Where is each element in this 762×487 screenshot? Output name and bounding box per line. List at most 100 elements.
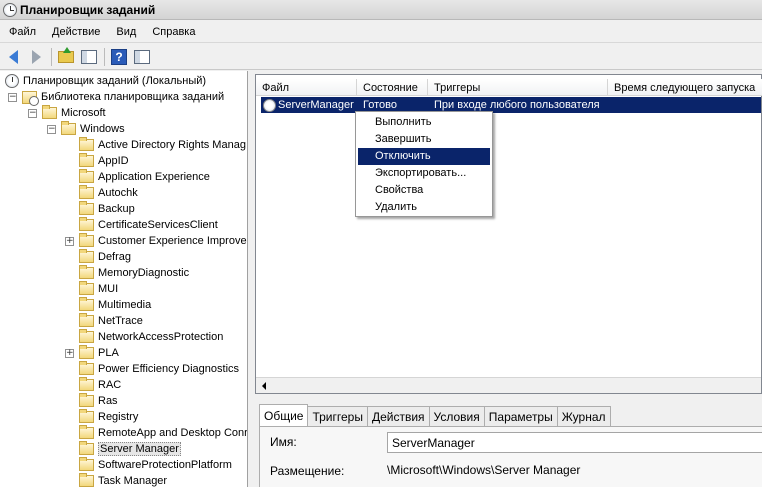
tree-item-folder-selected[interactable]: Server Manager bbox=[65, 441, 181, 457]
folder-icon bbox=[79, 249, 94, 263]
back-button[interactable] bbox=[3, 47, 23, 67]
menu-help[interactable]: Справка bbox=[143, 26, 202, 38]
action-pane-icon bbox=[134, 49, 150, 64]
menu-item-delete[interactable]: Удалить bbox=[358, 199, 490, 216]
menu-item-run[interactable]: Выполнить bbox=[358, 114, 490, 131]
tree-item-library[interactable]: − Библиотека планировщика заданий bbox=[8, 89, 225, 106]
menu-view[interactable]: Вид bbox=[107, 26, 143, 38]
show-hide-action-pane-button[interactable] bbox=[132, 47, 152, 67]
menu-item-export[interactable]: Экспортировать... bbox=[358, 165, 490, 182]
folder-icon bbox=[79, 441, 94, 455]
help-button[interactable]: ? bbox=[109, 47, 129, 67]
tree-item-label: Библиотека планировщика заданий bbox=[41, 91, 225, 103]
tree-item-folder[interactable]: Power Efficiency Diagnostics bbox=[65, 361, 239, 377]
toolbar-separator bbox=[104, 47, 105, 66]
menu-item-end[interactable]: Завершить bbox=[358, 131, 490, 148]
collapse-icon[interactable]: − bbox=[47, 124, 56, 134]
tree-item-folder[interactable]: Defrag bbox=[65, 249, 131, 265]
clock-icon bbox=[5, 74, 19, 88]
tree-item-folder[interactable]: Multimedia bbox=[65, 297, 151, 313]
tab-settings[interactable]: Параметры bbox=[483, 406, 558, 426]
forward-button[interactable] bbox=[26, 47, 46, 67]
tree-item-windows[interactable]: − Windows bbox=[47, 121, 125, 137]
tree-item-folder[interactable]: RAC bbox=[65, 377, 121, 393]
task-scheduler-clock-icon bbox=[3, 2, 17, 17]
tab-general[interactable]: Общие bbox=[259, 404, 309, 426]
location-label: Размещение: bbox=[270, 464, 345, 478]
task-row-selected[interactable]: ServerManager Готово При входе любого по… bbox=[261, 97, 761, 113]
tab-triggers[interactable]: Триггеры bbox=[307, 406, 368, 426]
tree-item-folder[interactable]: Autochk bbox=[65, 185, 138, 201]
tree-item-label: Registry bbox=[98, 411, 139, 423]
tree-item-label: Multimedia bbox=[98, 299, 152, 311]
task-name: ServerManager bbox=[278, 99, 354, 111]
name-label: Имя: bbox=[270, 435, 297, 449]
folder-icon bbox=[79, 473, 94, 487]
tree-item-folder[interactable]: MUI bbox=[65, 281, 118, 297]
console-tree[interactable]: Планировщик заданий (Локальный) − Библио… bbox=[0, 71, 248, 487]
collapse-icon[interactable]: − bbox=[8, 92, 17, 102]
menu-file[interactable]: Файл bbox=[0, 26, 43, 38]
tree-item-folder[interactable]: MemoryDiagnostic bbox=[65, 265, 189, 281]
details-tabs: Общие Триггеры Действия Условия Параметр… bbox=[259, 404, 611, 426]
back-arrow-icon bbox=[8, 49, 18, 64]
column-header-name[interactable]: Файл bbox=[256, 79, 357, 96]
tree-item-root[interactable]: Планировщик заданий (Локальный) bbox=[5, 73, 206, 89]
column-header-triggers[interactable]: Триггеры bbox=[428, 79, 608, 96]
task-status: Готово bbox=[363, 99, 397, 111]
tree-item-folder[interactable]: RemoteApp and Desktop Conr bbox=[65, 425, 247, 441]
tree-item-folder[interactable]: Task Manager bbox=[65, 473, 167, 487]
column-header-status[interactable]: Состояние bbox=[357, 79, 428, 96]
tree-item-label: NetTrace bbox=[98, 315, 143, 327]
tree-item-folder[interactable]: Backup bbox=[65, 201, 135, 217]
tree-item-label: Autochk bbox=[98, 187, 138, 199]
collapse-icon[interactable]: − bbox=[28, 108, 37, 118]
tree-item-folder[interactable]: + PLA bbox=[65, 345, 119, 361]
menu-item-properties[interactable]: Свойства bbox=[358, 182, 490, 199]
tree-item-folder[interactable]: Ras bbox=[65, 393, 118, 409]
folder-icon bbox=[79, 281, 94, 295]
folder-icon bbox=[79, 169, 94, 183]
expand-icon[interactable]: + bbox=[65, 236, 74, 246]
scroll-left-button[interactable] bbox=[256, 378, 272, 393]
console-tree-icon bbox=[81, 49, 97, 64]
tree-item-label: Backup bbox=[98, 203, 135, 215]
tree-item-label: Application Experience bbox=[98, 171, 210, 183]
folder-icon bbox=[61, 121, 76, 135]
tree-item-folder[interactable]: NetTrace bbox=[65, 313, 143, 329]
menu-action[interactable]: Действие bbox=[43, 26, 107, 38]
tree-item-label: Active Directory Rights Manag bbox=[98, 139, 246, 151]
scroll-left-arrow-icon bbox=[262, 381, 266, 390]
folder-icon bbox=[79, 409, 94, 423]
tree-item-folder[interactable]: Registry bbox=[65, 409, 138, 425]
folder-icon bbox=[79, 313, 94, 327]
tab-actions[interactable]: Действия bbox=[366, 406, 430, 426]
tree-item-folder[interactable]: + Customer Experience Improve bbox=[65, 233, 247, 249]
column-header-next-run[interactable]: Время следующего запуска bbox=[608, 79, 762, 96]
tree-item-folder[interactable]: AppID bbox=[65, 153, 129, 169]
tab-conditions[interactable]: Условия bbox=[428, 406, 485, 426]
up-folder-button[interactable] bbox=[56, 46, 76, 67]
name-field[interactable]: ServerManager bbox=[387, 432, 762, 453]
folder-icon bbox=[79, 361, 94, 375]
horizontal-scrollbar[interactable] bbox=[256, 377, 761, 393]
tree-item-microsoft[interactable]: − Microsoft bbox=[28, 105, 106, 121]
general-tab-body: Имя: ServerManager Размещение: \Microsof… bbox=[259, 426, 762, 487]
folder-icon bbox=[79, 345, 94, 359]
expand-icon[interactable]: + bbox=[65, 348, 74, 358]
tab-history[interactable]: Журнал bbox=[556, 406, 611, 426]
forward-arrow-icon bbox=[31, 49, 41, 64]
tree-item-folder[interactable]: SoftwareProtectionPlatform bbox=[65, 457, 232, 473]
tree-item-label: Microsoft bbox=[61, 107, 106, 119]
tree-item-label: Defrag bbox=[98, 251, 132, 263]
show-hide-console-tree-button[interactable] bbox=[79, 47, 99, 67]
tree-item-folder[interactable]: CertificateServicesClient bbox=[65, 217, 218, 233]
tree-item-label: CertificateServicesClient bbox=[98, 219, 218, 231]
tree-item-label: Task Manager bbox=[98, 475, 168, 487]
tree-item-folder[interactable]: NetworkAccessProtection bbox=[65, 329, 223, 345]
task-list[interactable]: Файл Состояние Триггеры Время следующего… bbox=[255, 74, 762, 394]
tree-item-folder[interactable]: Active Directory Rights Manag bbox=[65, 137, 246, 153]
tree-item-folder[interactable]: Application Experience bbox=[65, 169, 210, 185]
menu-item-disable[interactable]: Отключить bbox=[358, 148, 490, 165]
context-menu: Выполнить Завершить Отключить Экспортиро… bbox=[355, 111, 493, 217]
